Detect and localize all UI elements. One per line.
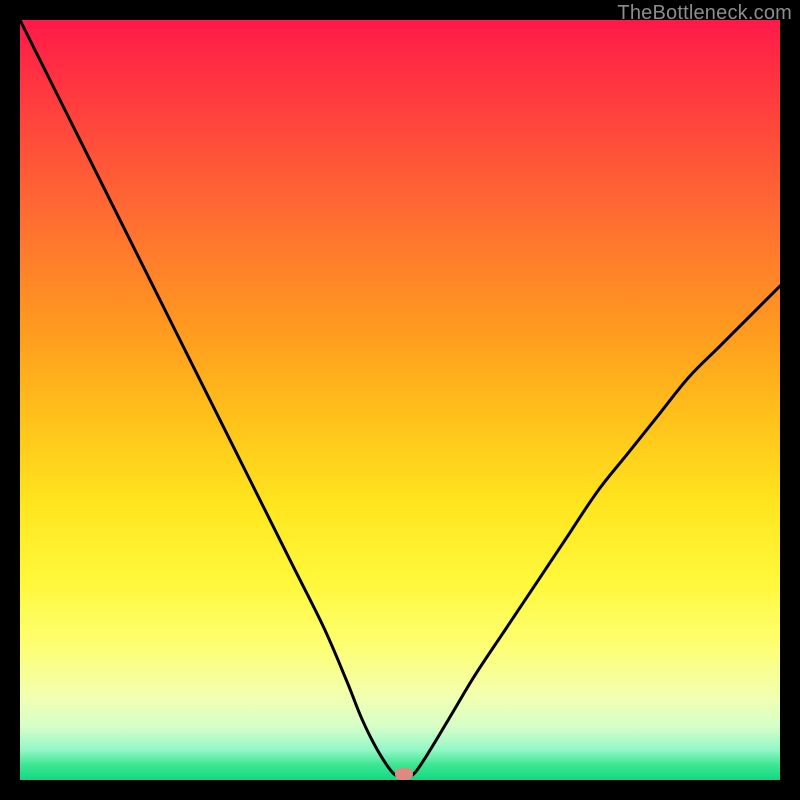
optimal-point-marker: [395, 768, 413, 780]
plot-area: [20, 20, 780, 780]
curve-path: [20, 20, 780, 776]
bottleneck-curve: [20, 20, 780, 780]
chart-frame: TheBottleneck.com: [0, 0, 800, 800]
